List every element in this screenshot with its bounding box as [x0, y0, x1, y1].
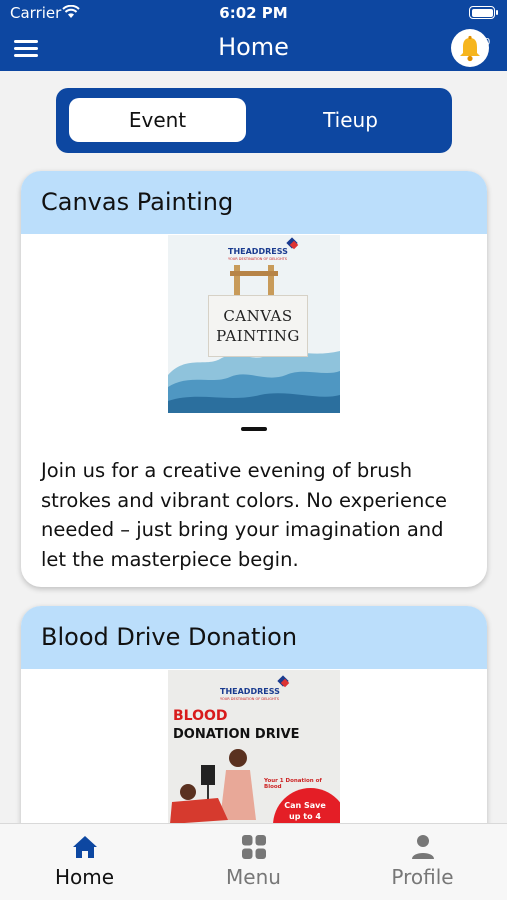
grid-icon: [242, 835, 266, 859]
poster-canvas-board: [208, 295, 308, 357]
tab-tieup[interactable]: Tieup: [262, 98, 439, 142]
event-poster-image[interactable]: THEADDRESS YOUR DESTINATION OF DELIGHTS …: [168, 235, 340, 413]
battery-icon: [469, 6, 498, 19]
nav-home-label: Home: [54, 865, 115, 889]
poster-badge-line-2: up to 4: [289, 812, 321, 821]
nav-home[interactable]: Home: [0, 824, 169, 900]
bell-icon: [460, 35, 480, 62]
event-title: Canvas Painting: [21, 171, 487, 234]
poster-brand-tagline: YOUR DESTINATION OF DELIGHTS: [228, 257, 287, 261]
poster-line-2: PAINTING: [216, 327, 300, 345]
poster-badge-line-1: Can Save: [284, 801, 326, 810]
notification-button[interactable]: [451, 29, 489, 67]
tab-event[interactable]: Event: [69, 98, 246, 142]
poster-subheadline: DONATION DRIVE: [173, 727, 300, 742]
event-title: Blood Drive Donation: [21, 606, 487, 669]
status-bar: Carrier 6:02 PM: [0, 0, 507, 28]
nav-profile[interactable]: Profile: [338, 824, 507, 900]
person-icon: [412, 835, 434, 859]
status-time: 6:02 PM: [219, 4, 288, 22]
poster-line-1: CANVAS: [223, 307, 293, 325]
notification-count: 0: [484, 37, 491, 48]
poster-headline: BLOOD: [173, 708, 228, 724]
image-pager-indicator[interactable]: [241, 427, 267, 431]
event-description: Join us for a creative evening of brush …: [41, 459, 448, 571]
event-card[interactable]: Canvas Painting THEADDRESS YOUR DESTINAT…: [21, 171, 487, 587]
nav-profile-label: Profile: [391, 865, 454, 889]
poster-brand-logo: THEADDRESS: [220, 687, 280, 696]
poster-brand-tagline: YOUR DESTINATION OF DELIGHTS: [220, 697, 279, 701]
event-tieup-switch: Event Tieup: [56, 88, 452, 153]
bottom-navigation: Home Menu Profile: [0, 823, 507, 900]
page-title: Home: [218, 33, 289, 61]
poster-brand-logo: THEADDRESS: [228, 247, 288, 256]
event-poster-image[interactable]: THEADDRESS YOUR DESTINATION OF DELIGHTS …: [168, 670, 340, 848]
nav-menu[interactable]: Menu: [169, 824, 338, 900]
home-icon: [73, 836, 97, 858]
app-header: Carrier 6:02 PM Home 0: [0, 0, 507, 71]
nav-menu-label: Menu: [226, 865, 281, 889]
